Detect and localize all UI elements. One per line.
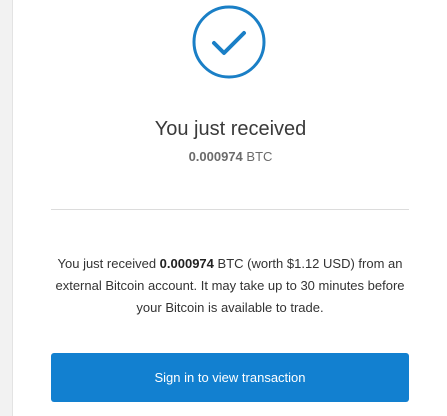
received-message: You just received 0.000974 BTC (worth $1… xyxy=(51,253,409,319)
amount-summary: 0.000974 BTC xyxy=(13,149,447,165)
divider xyxy=(51,209,409,210)
amount-value: 0.000974 xyxy=(188,149,243,164)
received-headline: You just received xyxy=(154,118,307,140)
notification-card: You just received 0.000974 BTC You just … xyxy=(12,0,447,416)
amount-currency: BTC xyxy=(246,149,273,164)
checkmark-circle-icon xyxy=(189,4,269,84)
sign-in-button[interactable]: Sign in to view transaction xyxy=(51,353,409,402)
message-amount: 0.000974 xyxy=(159,256,214,271)
message-prefix: You just received xyxy=(57,256,157,271)
